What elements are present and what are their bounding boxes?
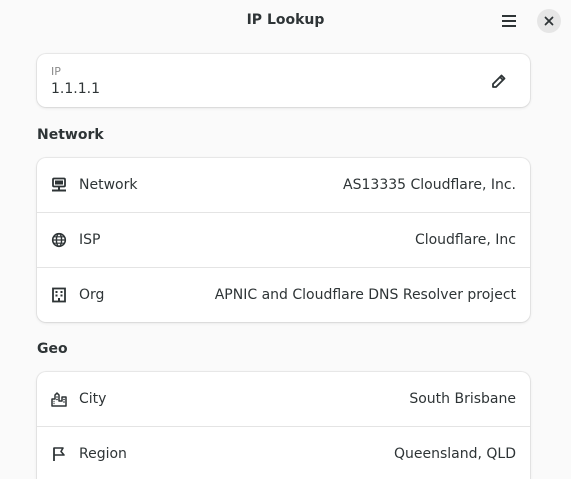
- city-row: City South Brisbane: [37, 372, 530, 427]
- ip-field-value: 1.1.1.1: [51, 81, 100, 97]
- network-section-heading: Network: [37, 127, 104, 143]
- region-row: Region Queensland, QLD: [37, 427, 530, 479]
- network-row-value: AS13335 Cloudflare, Inc.: [343, 177, 516, 193]
- org-row-label: Org: [79, 287, 105, 303]
- building-icon: [50, 286, 68, 304]
- edit-ip-button[interactable]: [488, 70, 510, 92]
- city-icon: [50, 390, 68, 408]
- main-menu-button[interactable]: [495, 7, 523, 35]
- pencil-icon: [492, 74, 506, 88]
- org-row-value: APNIC and Cloudflare DNS Resolver projec…: [214, 287, 516, 303]
- close-button[interactable]: [537, 9, 561, 33]
- city-row-value: South Brisbane: [409, 391, 516, 407]
- isp-row-label: ISP: [79, 232, 101, 248]
- header-bar: IP Lookup: [0, 0, 571, 42]
- network-row: Network AS13335 Cloudflare, Inc.: [37, 158, 530, 213]
- flag-icon: [50, 445, 68, 463]
- network-list: Network AS13335 Cloudflare, Inc. ISP Clo…: [37, 158, 530, 322]
- org-row: Org APNIC and Cloudflare DNS Resolver pr…: [37, 268, 530, 322]
- geo-list: City South Brisbane Region Queensland, Q…: [37, 372, 530, 479]
- network-row-label: Network: [79, 177, 138, 193]
- ip-entry-row[interactable]: IP 1.1.1.1: [37, 54, 530, 107]
- geo-section-heading: Geo: [37, 341, 68, 357]
- window-title: IP Lookup: [246, 12, 325, 28]
- globe-icon: [50, 231, 68, 249]
- app-window: IP Lookup IP 1.1.1.1 Network Network AS1…: [0, 0, 571, 479]
- isp-row-value: Cloudflare, Inc: [414, 232, 516, 248]
- close-icon: [544, 16, 554, 26]
- hamburger-menu-icon: [502, 15, 516, 27]
- city-row-label: City: [79, 391, 107, 407]
- isp-row: ISP Cloudflare, Inc: [37, 213, 530, 268]
- network-computer-icon: [50, 176, 68, 194]
- region-row-label: Region: [79, 446, 127, 462]
- region-row-value: Queensland, QLD: [393, 446, 516, 462]
- ip-field-label: IP: [51, 65, 61, 78]
